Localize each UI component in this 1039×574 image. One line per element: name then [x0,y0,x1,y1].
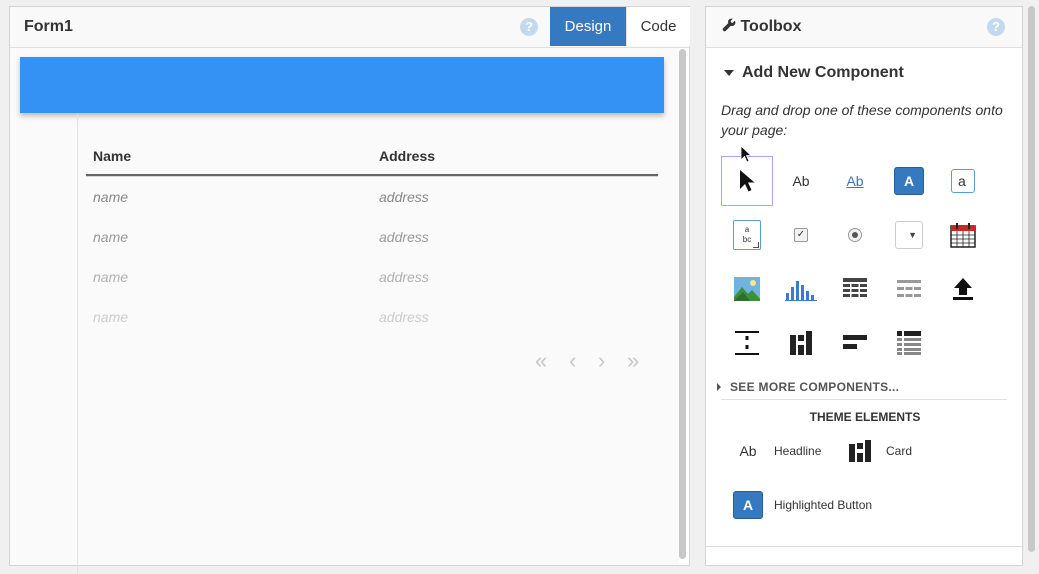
radio-component[interactable] [829,210,881,260]
see-more-components[interactable]: SEE MORE COMPONENTS... [717,380,900,394]
cell-name: name [93,309,129,325]
repeating-panel-component[interactable] [883,264,935,314]
theme-label-card: Card [886,444,913,458]
add-component-header[interactable]: Add New Component [722,64,904,82]
upload-icon [953,278,973,300]
repeating-panel-icon [897,280,921,297]
plot-component[interactable] [775,264,827,314]
theme-elements-title: THEME ELEMENTS [809,410,921,424]
cell-address: address [379,269,429,285]
toolbox-panel: Toolbox ? Add New Component Drag and dro… [705,6,1024,566]
data-grid[interactable]: Name Address name address name address n… [86,138,658,337]
table-row[interactable]: name address [86,176,658,217]
linear-panel-icon [843,335,867,349]
toolbox-title-wrap: Toolbox [722,7,801,47]
caret-right-icon [717,383,721,391]
cell-name: name [93,229,129,245]
pager-next-icon[interactable]: › [598,348,605,374]
spacer-icon [735,331,759,355]
wrench-icon [722,18,736,32]
card-icon [849,440,871,462]
form-help-icon[interactable]: ? [520,18,538,36]
highlighted-button-icon: A [733,491,763,519]
theme-item-highlighted-button[interactable]: A Highlighted Button [728,488,872,522]
textbox-component-text: a [951,169,975,193]
pager-last-icon[interactable]: » [627,348,639,374]
toolbox-title: Toolbox [740,18,802,35]
textarea-component-box: a bc [733,220,761,250]
image-component[interactable] [721,264,773,314]
resize-handle-icon [753,242,759,248]
divider [721,399,1007,400]
form-header: Form1 ? Design Code [10,7,690,48]
dropdown-component[interactable]: ▼ [883,210,935,260]
dropdown-icon: ▼ [895,221,923,249]
theme-label-highlighted-button: Highlighted Button [774,498,873,512]
theme-item-card[interactable]: Card [840,434,912,468]
bar-chart-icon [785,281,817,301]
cell-address: address [379,309,429,325]
title-banner[interactable] [20,57,664,113]
cell-address: address [379,229,429,245]
column-panel-component[interactable] [775,318,827,368]
toolbox-bottom-divider [706,546,1024,547]
grid-header-row: Name Address [86,138,658,176]
checkbox-icon: ✓ [794,228,808,242]
theme-label-headline: Headline [774,444,822,458]
textarea-line-1: a [744,225,750,234]
button-component[interactable]: A [883,156,935,206]
tab-code[interactable]: Code [626,7,690,46]
link-component[interactable]: Ab [829,156,881,206]
flow-panel-component[interactable] [883,318,935,368]
form-panel: Form1 ? Design Code Name Address name ad… [9,6,690,574]
column-header-name: Name [93,148,132,164]
linear-panel-component[interactable] [829,318,881,368]
toolbox-help-icon[interactable]: ? [987,18,1005,36]
toolbox-header: Toolbox ? [706,7,1022,48]
cell-name: name [93,269,129,285]
label-component-text: Ab [792,173,810,189]
data-grid-icon [843,278,867,297]
pager-prev-icon[interactable]: ‹ [569,348,576,374]
calendar-icon [950,223,976,248]
pager-first-icon[interactable]: « [535,348,547,374]
label-component[interactable]: Ab [775,156,827,206]
toolbox-scrollbar[interactable] [1028,6,1035,552]
flow-panel-icon [897,331,921,355]
cursor-icon [740,170,755,192]
tab-design[interactable]: Design [550,7,626,46]
column-panel-icon [790,331,812,355]
form-title: Form1 [24,18,73,35]
theme-item-headline[interactable]: Ab Headline [728,434,821,468]
form-scrollbar[interactable] [679,49,686,559]
image-icon [734,277,760,301]
mouse-cursor-icon [740,145,752,163]
button-component-text: A [894,167,924,195]
toolbox-instructions: Drag and drop one of these components on… [721,102,1003,138]
design-canvas[interactable]: Name Address name address name address n… [10,48,679,574]
cell-name: name [93,189,129,205]
file-loader-component[interactable] [937,264,989,314]
checkbox-component[interactable]: ✓ [775,210,827,260]
table-row[interactable]: name address [86,217,658,257]
pointer-tool[interactable] [721,156,773,206]
headline-icon: Ab [739,443,757,459]
radio-icon [848,228,862,242]
table-row[interactable]: name address [86,257,658,297]
add-component-title: Add New Component [742,64,904,81]
datepicker-component[interactable] [937,210,989,260]
data-grid-component[interactable] [829,264,881,314]
table-row[interactable]: name address [86,297,658,337]
textbox-component[interactable]: a [937,156,989,206]
column-header-address: Address [379,148,436,164]
spacer-component[interactable] [721,318,773,368]
link-component-text: Ab [846,173,864,189]
cell-address: address [379,189,429,205]
column-guide [77,114,78,574]
textarea-component[interactable]: a bc [721,210,773,260]
see-more-label: SEE MORE COMPONENTS... [730,380,900,394]
